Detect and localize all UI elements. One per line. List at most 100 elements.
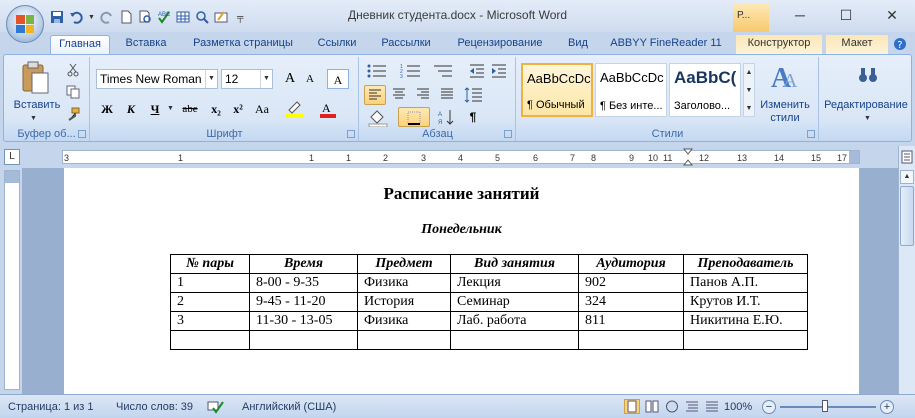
change-case-button[interactable]: Aa [251, 99, 273, 119]
print-layout-view-icon[interactable] [624, 399, 640, 414]
zoom-out-button[interactable]: − [762, 400, 776, 414]
styles-scroll[interactable]: ▲ ▼ ▼ [743, 63, 755, 117]
vertical-scrollbar[interactable]: ▲ [898, 146, 915, 394]
paragraph-launcher-icon[interactable] [504, 130, 512, 138]
proofing-icon[interactable] [207, 399, 225, 415]
editing-dropdown-icon[interactable]: ▼ [864, 115, 871, 122]
style-normal[interactable]: AaBbCcDc ¶ Обычный [521, 63, 593, 117]
decrease-indent-icon[interactable] [468, 63, 486, 79]
underline-button[interactable]: Ч [144, 99, 166, 119]
tab-view[interactable]: Вид [562, 35, 594, 54]
zoom-in-button[interactable]: + [880, 400, 894, 414]
tab-layout[interactable]: Макет [826, 35, 888, 54]
table-header[interactable]: Вид занятия [450, 254, 579, 274]
justify-button[interactable] [436, 85, 458, 105]
document-subtitle[interactable]: Понедельник [64, 222, 859, 238]
table-cell[interactable]: 2 [170, 292, 250, 312]
help-icon[interactable]: ? [893, 37, 907, 51]
format-painter-icon[interactable] [66, 107, 80, 121]
tab-review[interactable]: Рецензирование [448, 35, 552, 54]
view-ruler-icon[interactable] [901, 150, 913, 164]
tab-home[interactable]: Главная [50, 35, 110, 54]
font-size-dropdown-icon[interactable]: ▼ [260, 70, 272, 88]
paste-icon[interactable] [20, 61, 50, 95]
superscript-button[interactable]: x² [227, 99, 249, 119]
cut-icon[interactable] [66, 63, 80, 77]
table-cell[interactable] [450, 330, 579, 350]
tab-design[interactable]: Конструктор [736, 35, 822, 54]
paste-dropdown-icon[interactable]: ▼ [30, 115, 37, 122]
multilevel-list-icon[interactable] [432, 63, 454, 79]
table-cell[interactable]: Физика [357, 311, 451, 331]
zoom-slider-thumb[interactable] [822, 400, 828, 412]
horizontal-ruler[interactable]: 3 1 1 1 2 3 4 5 6 7 8 9 10 11 12 13 14 1… [62, 148, 860, 166]
table-cell[interactable]: 1 [170, 273, 250, 293]
table-cell[interactable]: История [357, 292, 451, 312]
sort-icon[interactable]: АЯ [438, 109, 456, 125]
table-cell[interactable]: Крутов И.Т. [683, 292, 808, 312]
table-header[interactable]: Время [249, 254, 358, 274]
underline-dropdown-icon[interactable]: ▼ [167, 105, 174, 112]
style-no-spacing[interactable]: AaBbCcDc ¶ Без инте... [595, 63, 667, 117]
table-cell[interactable] [683, 330, 808, 350]
strikethrough-button[interactable]: abe [179, 99, 201, 119]
web-layout-view-icon[interactable] [664, 399, 680, 414]
align-left-button[interactable] [364, 85, 386, 105]
schedule-table[interactable]: № пары Время Предмет Вид занятия Аудитор… [170, 254, 808, 350]
tab-insert[interactable]: Вставка [118, 35, 174, 54]
font-name-dropdown-icon[interactable]: ▼ [205, 70, 217, 88]
change-styles-icon[interactable]: AA [769, 61, 801, 91]
full-screen-view-icon[interactable] [644, 399, 660, 414]
table-header[interactable]: Преподаватель [683, 254, 808, 274]
table-cell[interactable]: 902 [578, 273, 684, 293]
vertical-ruler[interactable] [4, 170, 20, 390]
outline-view-icon[interactable] [684, 399, 700, 414]
table-cell[interactable]: 9-45 - 11-20 [249, 292, 358, 312]
zoom-slider[interactable] [780, 406, 876, 408]
clear-formatting-button[interactable]: A [327, 69, 349, 89]
shrink-font-button[interactable]: A [299, 69, 321, 89]
style-heading[interactable]: AaBbC( Заголово... [669, 63, 741, 117]
copy-icon[interactable] [66, 85, 80, 99]
tab-selector[interactable]: L [4, 149, 20, 165]
table-cell[interactable]: 811 [578, 311, 684, 331]
font-name-combo[interactable]: Times New Roman ▼ [96, 69, 218, 89]
scroll-thumb[interactable] [900, 186, 914, 246]
document-title[interactable]: Расписание занятий [64, 184, 859, 204]
table-cell[interactable]: Никитина Е.Ю. [683, 311, 808, 331]
borders-button[interactable] [398, 107, 430, 127]
table-cell[interactable]: 324 [578, 292, 684, 312]
table-cell[interactable] [249, 330, 358, 350]
maximize-button[interactable]: ☐ [826, 4, 866, 26]
binoculars-icon[interactable] [858, 65, 878, 85]
tab-references[interactable]: Ссылки [312, 35, 362, 54]
office-button[interactable] [6, 5, 44, 43]
table-header[interactable]: Предмет [357, 254, 451, 274]
word-count[interactable]: Число слов: 39 [116, 401, 193, 413]
page-count[interactable]: Страница: 1 из 1 [8, 401, 94, 413]
subscript-button[interactable]: x₂ [205, 99, 227, 119]
highlight-icon[interactable] [285, 100, 305, 118]
paste-button[interactable]: Вставить [8, 99, 66, 111]
table-cell[interactable] [170, 330, 250, 350]
tab-page-layout[interactable]: Разметка страницы [184, 35, 302, 54]
increase-indent-icon[interactable] [490, 63, 508, 79]
shading-icon[interactable] [368, 109, 388, 127]
table-header[interactable]: № пары [170, 254, 250, 274]
table-header[interactable]: Аудитория [578, 254, 684, 274]
close-button[interactable]: ✕ [872, 4, 912, 26]
bullets-icon[interactable] [366, 63, 388, 79]
clipboard-launcher-icon[interactable] [78, 130, 86, 138]
italic-button[interactable]: К [120, 99, 142, 119]
show-marks-button[interactable]: ¶ [462, 107, 484, 127]
tab-abbyy[interactable]: ABBYY FineReader 11 [604, 35, 728, 54]
font-size-combo[interactable]: 12 ▼ [221, 69, 273, 89]
tab-mailings[interactable]: Рассылки [374, 35, 438, 54]
table-cell[interactable]: Физика [357, 273, 451, 293]
table-cell[interactable]: 3 [170, 311, 250, 331]
table-cell[interactable] [357, 330, 451, 350]
language-indicator[interactable]: Английский (США) [242, 401, 336, 413]
table-cell[interactable]: Семинар [450, 292, 579, 312]
align-center-button[interactable] [388, 85, 410, 105]
styles-launcher-icon[interactable] [807, 130, 815, 138]
